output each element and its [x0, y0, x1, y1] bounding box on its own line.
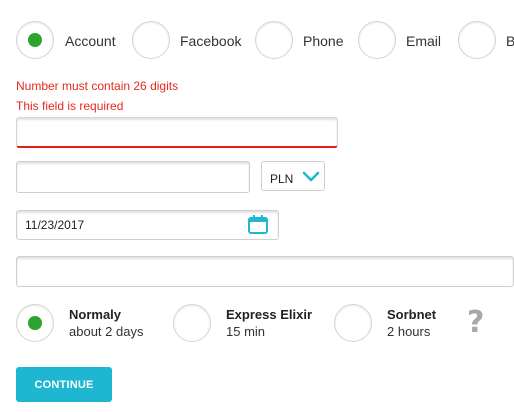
label-email: Email — [406, 33, 442, 49]
radio-normaly[interactable] — [16, 304, 54, 342]
radio-email[interactable] — [358, 21, 396, 59]
radio-phone[interactable] — [255, 21, 293, 59]
shipping-title-normaly: Normaly — [69, 307, 122, 322]
amount-field[interactable] — [16, 161, 250, 193]
label-facebook: Facebook — [180, 33, 242, 49]
shipping-title-express: Express Elixir — [226, 307, 312, 322]
chevron-down-icon — [302, 171, 320, 182]
shipping-subtitle-sorbnet: 2 hours — [387, 324, 431, 339]
label-phone: Phone — [303, 33, 344, 49]
label-b: B — [506, 33, 514, 49]
error-digits: Number must contain 26 digits — [16, 79, 179, 93]
radio-sorbnet[interactable] — [334, 304, 372, 342]
radio-facebook[interactable] — [132, 21, 170, 59]
radio-account[interactable] — [16, 21, 54, 59]
date-input[interactable] — [17, 211, 278, 239]
shipping-title-sorbnet: Sorbnet — [387, 307, 437, 322]
title-input[interactable] — [17, 257, 513, 286]
radio-express-elixir[interactable] — [173, 304, 211, 342]
calendar-icon[interactable] — [247, 215, 269, 235]
date-field[interactable] — [16, 210, 279, 240]
error-required: This field is required — [16, 99, 124, 113]
account-number-field[interactable] — [16, 117, 338, 148]
shipping-subtitle-normaly: about 2 days — [69, 324, 144, 339]
help-icon[interactable]: ? — [467, 308, 484, 338]
title-field[interactable] — [16, 256, 514, 287]
continue-button[interactable]: CONTINUE — [16, 367, 112, 402]
amount-input[interactable] — [17, 162, 249, 192]
currency-value: PLN — [270, 172, 294, 186]
radio-selected-dot — [28, 33, 42, 47]
currency-select[interactable]: PLN — [261, 161, 325, 191]
radio-selected-dot — [28, 316, 42, 330]
shipping-subtitle-express: 15 min — [226, 324, 266, 339]
account-number-input[interactable] — [17, 118, 337, 146]
label-account: Account — [65, 33, 116, 49]
radio-b[interactable] — [458, 21, 496, 59]
